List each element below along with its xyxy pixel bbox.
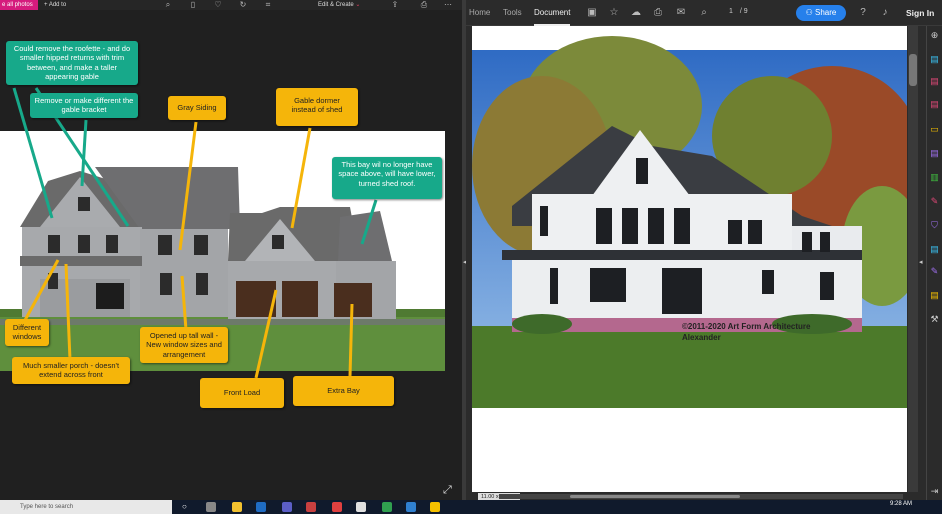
stamp-icon[interactable]: ▤	[929, 290, 940, 301]
share-label: Share	[815, 8, 837, 17]
pdf-page: ©2011-2020 Art Form Architecture Alexand…	[472, 26, 922, 492]
page-indicator: 1 / 9	[729, 8, 748, 15]
callout-extra-bay: Extra Bay	[293, 376, 394, 406]
print-icon[interactable]: ⎙	[652, 7, 664, 19]
house-render-image	[472, 36, 922, 408]
edit-pdf-icon[interactable]: ▤	[929, 99, 940, 110]
file-explorer-icon[interactable]	[232, 502, 242, 512]
save-icon[interactable]: ▣	[586, 7, 598, 19]
tab-home[interactable]: Home	[469, 0, 490, 26]
star-icon[interactable]: ☆	[608, 7, 620, 19]
combine-files-icon[interactable]: ▤	[929, 148, 940, 159]
sign-in-button[interactable]: Sign In	[906, 8, 934, 18]
taskbar-clock[interactable]: 9:28 AM	[890, 501, 912, 507]
send-for-signature-icon[interactable]: ✎	[929, 266, 940, 277]
tools-sidebar	[926, 26, 942, 500]
fullscreen-icon[interactable]: ⤢	[443, 484, 452, 497]
search-icon[interactable]: ⌕	[698, 7, 710, 19]
share-button[interactable]: ⚇ Share	[796, 5, 846, 21]
app-icon-11[interactable]	[430, 502, 440, 512]
sidebar-collapse-icon[interactable]: ◂	[919, 258, 923, 266]
callout-tall-wall: Opened up tall wall - New window sizes a…	[140, 327, 228, 364]
help-icon[interactable]: ?	[857, 7, 869, 19]
email-icon[interactable]: ✉	[675, 7, 687, 19]
organize-pages-icon[interactable]: ▥	[929, 172, 940, 183]
export-pdf-icon[interactable]: ▤	[929, 54, 940, 65]
task-view-icon[interactable]	[206, 502, 216, 512]
fill-sign-icon[interactable]: ✎	[929, 196, 940, 207]
callout-roofette: Could remove the roofette - and do small…	[6, 41, 138, 85]
expand-panel-icon[interactable]: ⇥	[929, 486, 940, 497]
callout-porch: Much smaller porch - doesn't extend acro…	[12, 357, 130, 384]
tab-tools[interactable]: Tools	[503, 0, 522, 26]
comment-icon[interactable]: ▭	[929, 124, 940, 135]
photos-icon[interactable]	[406, 502, 416, 512]
chrome-icon[interactable]	[356, 502, 366, 512]
more-tools-icon[interactable]: ⚒	[929, 314, 940, 325]
cortana-icon[interactable]: ○	[182, 502, 192, 512]
protect-icon[interactable]: ⛉	[929, 220, 940, 231]
copyright-watermark: ©2011-2020 Art Form Architecture	[682, 322, 811, 331]
horizontal-scrollbar-thumb[interactable]	[570, 495, 740, 498]
callout-gable-dormer: Gable dormer instead of shed	[276, 88, 358, 126]
taskbar-search-box[interactable]: Type here to search	[0, 500, 172, 514]
scan-icon[interactable]: ▤	[929, 244, 940, 255]
callout-windows: Different windows	[5, 319, 49, 346]
callout-front-load: Front Load	[200, 378, 284, 408]
vertical-scrollbar[interactable]	[908, 26, 918, 492]
teams-icon[interactable]	[282, 502, 292, 512]
callout-bay: This bay wil no longer have space above,…	[332, 157, 442, 199]
excel-icon[interactable]	[382, 502, 392, 512]
tab-document[interactable]: Document	[534, 0, 571, 26]
page-current-input[interactable]: 1	[729, 8, 733, 15]
callout-bracket: Remove or make different the gable brack…	[30, 93, 138, 118]
outlook-icon[interactable]	[256, 502, 266, 512]
page-total: / 9	[739, 8, 748, 15]
create-pdf-icon[interactable]: ▤	[929, 76, 940, 87]
acrobat-icon[interactable]	[332, 502, 342, 512]
app-icon-5[interactable]	[306, 502, 316, 512]
watermark-name: Alexander	[682, 333, 721, 342]
zoom-in-icon[interactable]: ⊕	[929, 30, 940, 41]
notification-bell-icon[interactable]: ♪	[879, 7, 891, 19]
vertical-scrollbar-thumb[interactable]	[909, 54, 917, 86]
upload-icon[interactable]: ☁	[630, 7, 642, 19]
callout-gray-siding: Gray Siding	[168, 96, 226, 120]
